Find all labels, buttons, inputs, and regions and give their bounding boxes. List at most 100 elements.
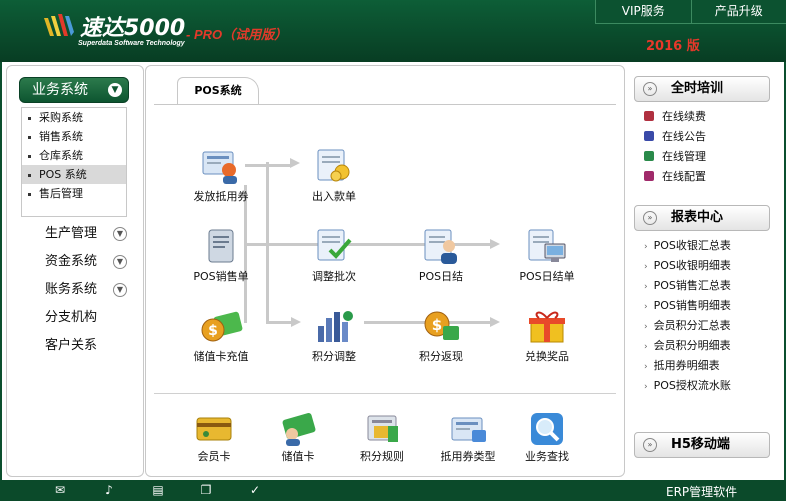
gift-icon <box>525 306 569 346</box>
in-out-bill-button[interactable]: 出入款单 <box>289 146 379 204</box>
svg-text:$: $ <box>208 323 218 339</box>
app-edition: - PRO（试用版） <box>186 27 288 42</box>
sidebar-item-crm[interactable]: 客户关系 <box>45 335 131 357</box>
link-online-renew[interactable]: 在线续费 <box>644 108 706 126</box>
report-link[interactable]: › POS收银汇总表 <box>644 237 731 255</box>
sidebar-head-business[interactable]: 业务系统 ▼ <box>19 77 129 103</box>
bar-chart-icon <box>312 306 356 346</box>
chevron-right-icon: › <box>644 302 648 312</box>
report-link[interactable]: › POS收银明细表 <box>644 257 731 275</box>
app-subtitle: Superdata Software Technology <box>78 40 185 47</box>
points-rules-button[interactable]: 积分规则 <box>342 412 422 464</box>
flow-arrow <box>490 239 500 249</box>
book-icon <box>644 171 654 181</box>
voucher-icon <box>199 146 243 186</box>
user-document-icon <box>419 226 463 266</box>
stored-value-card-button[interactable]: 储值卡 <box>258 412 338 464</box>
sidebar-item-production[interactable]: 生产管理 ▼ <box>45 223 131 245</box>
bullet-icon <box>28 192 31 196</box>
sidebar-item-branches[interactable]: 分支机构 <box>45 307 131 329</box>
receipt-icon <box>199 226 243 266</box>
submenu-item-purchase[interactable]: 采购系统 <box>22 108 126 127</box>
money-icon: $ <box>419 306 463 346</box>
double-chevron-icon: » <box>643 211 657 225</box>
svg-text:$: $ <box>432 316 442 334</box>
points-adjust-button[interactable]: 积分调整 <box>289 306 379 364</box>
flow-arrow <box>490 317 500 327</box>
pos-workspace: POS系统 发放抵用券 出入款单 POS销售单 调整批次 POS日结 POS日结… <box>145 65 625 477</box>
stored-card-icon <box>278 412 318 446</box>
card-recharge-button[interactable]: $ 储值卡充值 <box>176 306 266 364</box>
search-icon <box>527 412 567 446</box>
bullet-icon <box>28 173 31 177</box>
adjust-batch-button[interactable]: 调整批次 <box>289 226 379 284</box>
submenu-item-warehouse[interactable]: 仓库系统 <box>22 146 126 165</box>
speaker-icon[interactable]: ♪ <box>101 484 117 497</box>
vip-service-link[interactable]: VIP服务 <box>596 0 691 23</box>
sidebar-head-label: 业务系统 <box>32 82 88 98</box>
submenu-item-sales[interactable]: 销售系统 <box>22 127 126 146</box>
training-header[interactable]: » 全时培训 <box>634 76 770 102</box>
pos-sale-bill-button[interactable]: POS销售单 <box>176 226 266 284</box>
bill-coins-icon <box>312 146 356 186</box>
main-frame: 业务系统 ▼ 采购系统 销售系统 仓库系统 POS 系统 售后管理 生产管理 ▼… <box>0 62 786 480</box>
sidebar-submenu: 采购系统 销售系统 仓库系统 POS 系统 售后管理 <box>21 107 127 217</box>
link-online-notice[interactable]: 在线公告 <box>644 128 706 146</box>
sidebar-item-funds[interactable]: 资金系统 ▼ <box>45 251 131 273</box>
report-link[interactable]: › POS销售明细表 <box>644 297 731 315</box>
double-chevron-icon: » <box>643 82 657 96</box>
mail-icon[interactable]: ✉ <box>52 484 68 497</box>
tab-divider <box>154 104 616 105</box>
book-icon <box>644 151 654 161</box>
logo-icon <box>42 12 76 40</box>
pos-daily-close-button[interactable]: POS日结 <box>396 226 486 284</box>
chevron-down-icon: ▼ <box>113 255 127 269</box>
sidebar: 业务系统 ▼ 采购系统 销售系统 仓库系统 POS 系统 售后管理 生产管理 ▼… <box>6 65 144 477</box>
h5-mobile-header[interactable]: » H5移动端 <box>634 432 770 458</box>
points-cashback-button[interactable]: $ 积分返现 <box>396 306 486 364</box>
voucher-type-icon <box>448 412 488 446</box>
redeem-prize-button[interactable]: 兑换奖品 <box>502 306 592 364</box>
report-link[interactable]: › 抵用券明细表 <box>644 357 720 375</box>
book-icon <box>644 131 654 141</box>
sidebar-item-accounting[interactable]: 账务系统 ▼ <box>45 279 131 301</box>
member-card-button[interactable]: 会员卡 <box>174 412 254 464</box>
pos-daily-bill-button[interactable]: POS日结单 <box>502 226 592 284</box>
report-link[interactable]: › 会员积分明细表 <box>644 337 731 355</box>
issue-voucher-button[interactable]: 发放抵用券 <box>176 146 266 204</box>
bullet-icon <box>28 116 31 120</box>
tab-pos-system[interactable]: POS系统 <box>177 77 259 104</box>
report-center-header[interactable]: » 报表中心 <box>634 205 770 231</box>
chevron-right-icon: › <box>644 262 648 272</box>
book-icon <box>644 111 654 121</box>
chevron-down-icon: ▼ <box>108 83 122 97</box>
link-online-config[interactable]: 在线配置 <box>644 168 706 186</box>
submenu-item-pos[interactable]: POS 系统 <box>22 165 126 184</box>
product-upgrade-link[interactable]: 产品升级 <box>690 0 786 23</box>
chevron-right-icon: › <box>644 342 648 352</box>
member-card-icon <box>194 412 234 446</box>
chevron-right-icon: › <box>644 322 648 332</box>
bullet-icon <box>28 154 31 158</box>
check-document-icon <box>312 226 356 266</box>
chevron-down-icon: ▼ <box>113 283 127 297</box>
check-icon[interactable]: ✓ <box>247 484 263 497</box>
report-link[interactable]: › POS授权流水账 <box>644 377 731 395</box>
card-dollar-icon: $ <box>199 306 243 346</box>
book-icon[interactable]: ▤ <box>150 484 166 497</box>
app-title: 速达5000 <box>80 16 186 41</box>
report-link[interactable]: › POS销售汇总表 <box>644 277 731 295</box>
voucher-type-button[interactable]: 抵用券类型 <box>428 412 508 464</box>
report-link[interactable]: › 会员积分汇总表 <box>644 317 731 335</box>
double-chevron-icon: » <box>643 438 657 452</box>
copy-icon[interactable]: ❐ <box>198 484 214 497</box>
chevron-right-icon: › <box>644 382 648 392</box>
chevron-right-icon: › <box>644 282 648 292</box>
business-search-button[interactable]: 业务查找 <box>507 412 587 464</box>
submenu-item-aftersales[interactable]: 售后管理 <box>22 184 126 203</box>
top-links: VIP服务 产品升级 <box>595 0 786 24</box>
flow-connector <box>266 321 291 324</box>
chevron-right-icon: › <box>644 362 648 372</box>
rules-icon <box>362 412 402 446</box>
link-online-manage[interactable]: 在线管理 <box>644 148 706 166</box>
